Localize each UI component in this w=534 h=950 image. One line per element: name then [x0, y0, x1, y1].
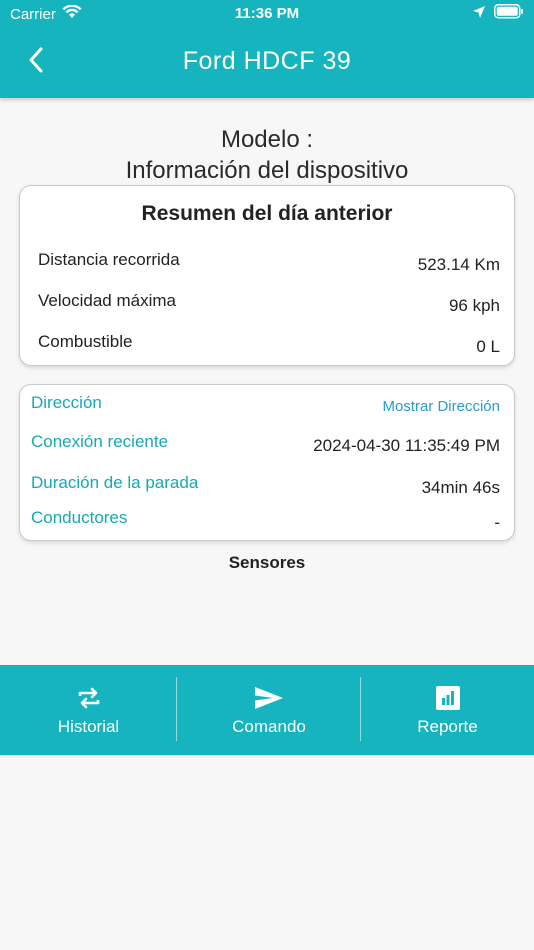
tab-reporte[interactable]: Reporte — [361, 665, 534, 755]
drivers-label: Conductores — [31, 508, 128, 527]
status-right — [472, 4, 524, 23]
summary-title: Resumen del día anterior — [141, 202, 393, 225]
stop-duration-label: Duración de la parada — [31, 473, 199, 492]
battery-icon — [494, 4, 524, 23]
previous-day-summary-card: Resumen del día anterior Distancia recor… — [19, 185, 515, 366]
info-row-address: Dirección Mostrar Dirección — [31, 393, 500, 419]
model-label: Modelo : — [220, 126, 314, 153]
tab-comando-label: Comando — [232, 717, 306, 736]
tab-historial-label: Historial — [57, 717, 120, 736]
distance-value: 523.14 Km — [417, 255, 500, 274]
device-info-card: Dirección Mostrar Dirección Conexión rec… — [19, 384, 515, 541]
address-label: Dirección — [31, 393, 102, 412]
bar-chart-icon — [435, 683, 460, 713]
info-row-drivers: Conductores - — [31, 508, 500, 534]
repeat-icon — [76, 683, 102, 713]
drivers-value: - — [494, 513, 500, 532]
status-time: 11:36 PM — [234, 5, 300, 22]
info-row-stop-duration: Duración de la parada 34min 46s — [31, 473, 500, 499]
last-connection-label: Conexión reciente — [31, 432, 169, 451]
last-connection-value: 2024-04-30 11:35:49 PM — [313, 436, 500, 455]
device-info-label: Información del dispositivo — [125, 157, 409, 184]
location-arrow-icon — [472, 5, 486, 23]
tab-historial[interactable]: Historial — [0, 665, 177, 755]
sensors-heading: Sensores — [228, 553, 306, 572]
fuel-value: 0 L — [476, 337, 500, 356]
max-speed-value: 96 kph — [448, 296, 500, 315]
nav-bar: Ford HDCF 39 — [0, 30, 534, 98]
app-header: Carrier 11:36 PM Ford HDCF 39 — [0, 0, 534, 98]
model-heading: Modelo : Información del dispositivo — [0, 124, 534, 186]
tab-reporte-label: Reporte — [417, 717, 478, 736]
page-title: Ford HDCF 39 — [182, 47, 352, 75]
status-bar: Carrier 11:36 PM — [0, 0, 534, 30]
summary-row-fuel: Combustible 0 L — [38, 332, 500, 358]
summary-row-max-speed: Velocidad máxima 96 kph — [38, 291, 500, 317]
send-icon — [254, 683, 284, 713]
bottom-tab-bar: Historial Comando Reporte — [0, 665, 534, 755]
stop-duration-value: 34min 46s — [421, 478, 500, 497]
max-speed-label: Velocidad máxima — [38, 291, 176, 310]
summary-row-distance: Distancia recorrida 523.14 Km — [38, 250, 500, 276]
show-address-link[interactable]: Mostrar Dirección — [382, 398, 500, 415]
distance-label: Distancia recorrida — [38, 250, 180, 269]
tab-comando[interactable]: Comando — [177, 665, 361, 755]
info-row-last-connection: Conexión reciente 2024-04-30 11:35:49 PM — [31, 432, 500, 458]
fuel-label: Combustible — [38, 332, 133, 351]
